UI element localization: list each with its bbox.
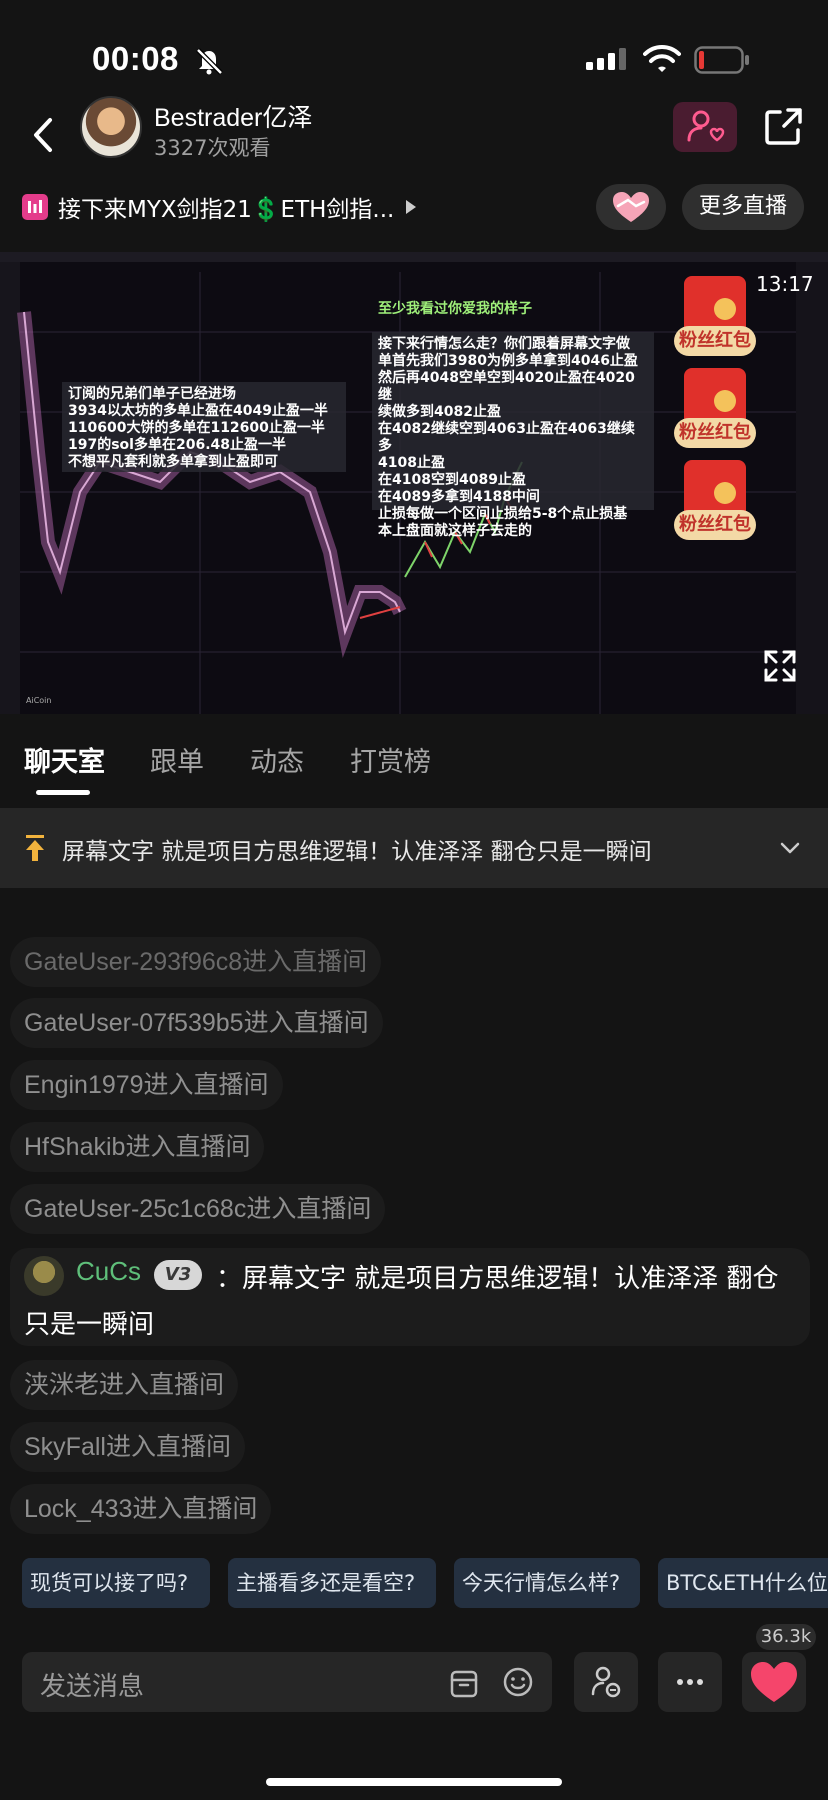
- battery-low-icon: [694, 46, 749, 74]
- message-input[interactable]: 发送消息: [22, 1652, 552, 1712]
- view-count: 3327次观看: [154, 136, 271, 160]
- status-time: 00:08: [92, 40, 179, 77]
- tab-copy-trade[interactable]: 跟单: [150, 740, 204, 779]
- red-packet-2[interactable]: 粉丝红包: [674, 368, 756, 458]
- red-packet-label: 粉丝红包: [674, 510, 756, 540]
- home-indicator: [266, 1778, 562, 1786]
- chat-message-text: ：屏幕文字 就是项目方思维逻辑！认准泽泽 翻仓: [216, 1264, 779, 1294]
- bell-muted-icon: [196, 48, 223, 75]
- red-packet-label: 粉丝红包: [674, 418, 756, 448]
- quick-reply-chip[interactable]: BTC&ETH什么位: [658, 1558, 828, 1608]
- chat-enter-entry: Lock_433进入直播间: [10, 1484, 272, 1534]
- like-count: 36.3k: [756, 1624, 816, 1650]
- back-arrow-icon[interactable]: [28, 110, 60, 160]
- more-options-button[interactable]: [658, 1652, 722, 1712]
- handshake-gift-button[interactable]: [596, 184, 666, 230]
- live-video[interactable]: 至少我看过你爱我的样子 订阅的兄弟们单子已经进场 3934以太坊的多单止盈在40…: [0, 252, 828, 714]
- user-heart-icon: [687, 110, 725, 142]
- like-button[interactable]: [742, 1652, 806, 1712]
- bag-icon[interactable]: [450, 1668, 478, 1698]
- tab-feed[interactable]: 动态: [250, 740, 304, 779]
- play-triangle-icon[interactable]: [404, 198, 418, 216]
- message-input-placeholder: 发送消息: [40, 1672, 145, 1702]
- chat-enter-entry: HfShakib进入直播间: [10, 1122, 265, 1172]
- wifi-icon: [643, 44, 681, 72]
- chat-message-text-continued: 只是一瞬间: [24, 1310, 155, 1340]
- chat-enter-entry: SkyFall进入直播间: [10, 1422, 245, 1472]
- host-avatar[interactable]: [80, 96, 142, 158]
- video-time: 13:17: [756, 272, 814, 296]
- tab-bar: 聊天室 跟单 动态 打赏榜: [0, 714, 828, 806]
- live-title[interactable]: 接下来MYX剑指21💲ETH剑指...: [58, 190, 394, 224]
- cellular-signal-icon: [586, 48, 626, 70]
- share-icon[interactable]: [764, 106, 804, 146]
- heart-icon: [751, 1662, 797, 1702]
- host-name[interactable]: Bestrader亿泽: [154, 98, 312, 134]
- quick-reply-chip[interactable]: 今天行情怎么样?: [454, 1558, 640, 1608]
- user-settings-button[interactable]: [574, 1652, 638, 1712]
- pinned-text: 屏幕文字 就是项目方思维逻辑！认准泽泽 翻仓只是一瞬间: [62, 839, 652, 865]
- live-title-row: 接下来MYX剑指21💲ETH剑指... 更多直播: [0, 182, 828, 234]
- chat-message: CuCs V3 ：屏幕文字 就是项目方思维逻辑！认准泽泽 翻仓 只是一瞬间: [10, 1248, 810, 1346]
- chat-enter-entry: Engin1979进入直播间: [10, 1060, 283, 1110]
- quick-reply-chip[interactable]: 主播看多还是看空?: [228, 1558, 436, 1608]
- tab-chatroom[interactable]: 聊天室: [24, 740, 105, 779]
- red-packet-3[interactable]: 粉丝红包: [674, 460, 756, 550]
- status-bar: 00:08: [0, 0, 828, 96]
- chat-enter-entry: GateUser-25c1c68c进入直播间: [10, 1184, 386, 1234]
- active-tab-indicator: [36, 790, 90, 795]
- pin-top-arrow-icon: [26, 835, 44, 861]
- live-bars-icon: [22, 194, 48, 220]
- user-gear-icon: [591, 1666, 621, 1698]
- chevron-down-icon[interactable]: [778, 838, 802, 858]
- red-packet-1[interactable]: 粉丝红包: [674, 276, 756, 366]
- follow-button[interactable]: [673, 102, 737, 152]
- fullscreen-icon[interactable]: [762, 648, 798, 684]
- video-note-left: 订阅的兄弟们单子已经进场 3934以太坊的多单止盈在4049止盈一半 11060…: [62, 382, 346, 472]
- red-packet-label: 粉丝红包: [674, 326, 756, 356]
- chat-enter-entry: GateUser-293f96c8进入直播间: [10, 937, 382, 987]
- chat-enter-entry: 浃洣老进入直播间: [10, 1360, 239, 1410]
- pinned-message[interactable]: 屏幕文字 就是项目方思维逻辑！认准泽泽 翻仓只是一瞬间: [0, 808, 828, 888]
- more-live-button[interactable]: 更多直播: [682, 184, 804, 230]
- chart-watermark: AiCoin: [26, 696, 52, 705]
- ellipsis-icon: [677, 1679, 703, 1685]
- chat-enter-entry: GateUser-07f539b5进入直播间: [10, 998, 383, 1048]
- video-caption: 至少我看过你爱我的样子: [378, 301, 532, 317]
- emoji-icon[interactable]: [502, 1666, 534, 1698]
- handshake-heart-icon: [613, 192, 649, 222]
- vip-level-badge: V3: [154, 1260, 202, 1290]
- video-note-right: 接下来行情怎么走？你们跟着屏幕文字做 单首先我们3980为例多单拿到4046止盈…: [372, 332, 654, 539]
- quick-reply-chip[interactable]: 现货可以接了吗?: [22, 1558, 210, 1608]
- chat-username[interactable]: CuCs: [76, 1256, 141, 1287]
- tab-tip-ranking[interactable]: 打赏榜: [350, 740, 431, 779]
- chat-user-avatar[interactable]: [24, 1256, 64, 1296]
- stream-header: Bestrader亿泽 3327次观看: [0, 96, 828, 186]
